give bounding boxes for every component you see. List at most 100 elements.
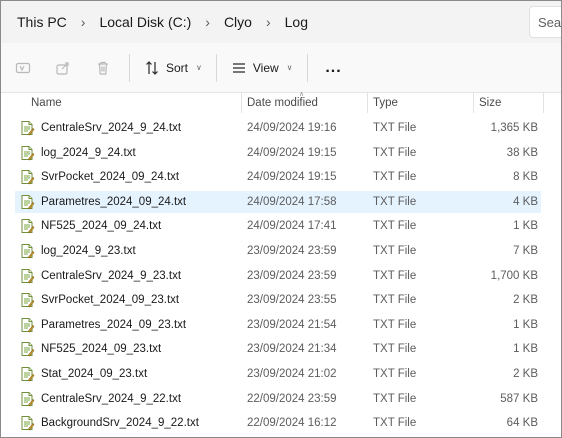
- file-name: SvrPocket_2024_09_23.txt: [41, 294, 180, 306]
- file-size: 4 KB: [513, 196, 538, 208]
- file-name-cell: CentraleSrv_2024_9_23.txt: [15, 265, 241, 287]
- file-date: 24/09/2024 19:15: [247, 171, 337, 183]
- breadcrumb-label: Local Disk (C:): [99, 14, 192, 30]
- breadcrumb-this-pc[interactable]: This PC: [13, 14, 71, 30]
- file-name: CentraleSrv_2024_9_23.txt: [41, 270, 182, 282]
- breadcrumb-log[interactable]: Log: [281, 14, 312, 30]
- file-name: Stat_2024_09_23.txt: [41, 368, 148, 380]
- file-name: NF525_2024_09_24.txt: [41, 220, 162, 232]
- file-date: 23/09/2024 21:02: [247, 368, 337, 380]
- file-size: 1 KB: [513, 319, 538, 331]
- column-header-row: Name ∧ Date modified Type Size: [1, 91, 561, 115]
- chevron-down-icon: ∨: [286, 63, 293, 72]
- column-header-size[interactable]: Size: [473, 93, 543, 115]
- file-date: 23/09/2024 23:55: [247, 294, 337, 306]
- command-bar: Sort ∨ View ∨ ...: [1, 43, 561, 93]
- file-date: 23/09/2024 21:34: [247, 343, 337, 355]
- file-name: log_2024_9_23.txt: [41, 245, 136, 257]
- file-date: 22/09/2024 23:59: [247, 393, 337, 405]
- file-size: 587 KB: [500, 393, 538, 405]
- file-type: TXT File: [373, 393, 417, 405]
- file-type: TXT File: [373, 122, 417, 134]
- column-divider[interactable]: [543, 93, 544, 113]
- file-date: 24/09/2024 17:41: [247, 220, 337, 232]
- column-header-date[interactable]: Date modified: [241, 93, 367, 115]
- breadcrumb-label: Log: [284, 14, 308, 30]
- search-placeholder: Search: [538, 14, 562, 30]
- file-row[interactable]: CentraleSrv_2024_9_24.txt 24/09/2024 19:…: [15, 117, 541, 139]
- chevron-right-icon[interactable]: ›: [256, 14, 281, 30]
- breadcrumb-local-disk[interactable]: Local Disk (C:): [95, 14, 195, 30]
- file-row[interactable]: Stat_2024_09_23.txt 23/09/2024 21:02 TXT…: [15, 363, 541, 385]
- view-button[interactable]: View ∨: [223, 51, 301, 85]
- file-type: TXT File: [373, 196, 417, 208]
- file-name-cell: CentraleSrv_2024_9_22.txt: [15, 388, 241, 410]
- file-explorer-window: This PC › Local Disk (C:) › Clyo › Log S…: [0, 0, 562, 438]
- file-name-cell: SvrPocket_2024_09_23.txt: [15, 289, 241, 311]
- file-size: 2 KB: [513, 294, 538, 306]
- file-type: TXT File: [373, 368, 417, 380]
- file-name: Parametres_2024_09_23.txt: [41, 319, 187, 331]
- file-row[interactable]: SvrPocket_2024_09_23.txt 23/09/2024 23:5…: [15, 289, 541, 311]
- chevron-down-icon: ∨: [196, 63, 202, 72]
- text-file-icon: [21, 244, 35, 259]
- file-row[interactable]: CentraleSrv_2024_9_22.txt 22/09/2024 23:…: [15, 388, 541, 410]
- file-name-cell: SvrPocket_2024_09_24.txt: [15, 166, 241, 188]
- column-header-name[interactable]: Name: [25, 93, 239, 115]
- search-input[interactable]: Search: [529, 6, 562, 38]
- view-label: View: [252, 60, 279, 75]
- text-file-icon: [21, 318, 35, 333]
- file-name-cell: NF525_2024_09_24.txt: [15, 215, 241, 237]
- column-header-type[interactable]: Type: [367, 93, 473, 115]
- file-name-cell: Parametres_2024_09_23.txt: [15, 314, 241, 336]
- file-row[interactable]: NF525_2024_09_24.txt 24/09/2024 17:41 TX…: [15, 215, 541, 237]
- file-size: 1 KB: [513, 343, 538, 355]
- file-row[interactable]: Parametres_2024_09_24.txt 24/09/2024 17:…: [15, 191, 541, 213]
- file-size: 2 KB: [513, 368, 538, 380]
- file-date: 23/09/2024 21:54: [247, 319, 337, 331]
- file-size: 38 KB: [506, 147, 538, 159]
- file-type: TXT File: [373, 220, 417, 232]
- sort-button[interactable]: Sort ∨: [136, 51, 210, 85]
- file-name-cell: CentraleSrv_2024_9_24.txt: [15, 117, 241, 139]
- rename-icon[interactable]: [3, 51, 43, 85]
- breadcrumb[interactable]: This PC › Local Disk (C:) › Clyo › Log: [5, 6, 519, 38]
- file-name: NF525_2024_09_23.txt: [41, 343, 162, 355]
- toolbar-divider: [129, 53, 130, 82]
- file-name-cell: Parametres_2024_09_24.txt: [15, 191, 241, 213]
- file-size: 1,365 KB: [490, 122, 538, 134]
- delete-icon[interactable]: [83, 51, 123, 85]
- breadcrumb-label: This PC: [17, 14, 67, 30]
- breadcrumb-clyo[interactable]: Clyo: [220, 14, 256, 30]
- view-icon: [232, 62, 245, 73]
- text-file-icon: [21, 146, 35, 161]
- file-row[interactable]: Parametres_2024_09_23.txt 23/09/2024 21:…: [15, 314, 541, 336]
- text-file-icon: [21, 121, 35, 136]
- chevron-right-icon[interactable]: ›: [195, 14, 220, 30]
- more-options-button[interactable]: ...: [314, 51, 354, 85]
- file-size: 64 KB: [506, 417, 538, 429]
- file-type: TXT File: [373, 270, 417, 282]
- text-file-icon: [21, 367, 35, 382]
- text-file-icon: [21, 293, 35, 308]
- file-row[interactable]: NF525_2024_09_23.txt 23/09/2024 21:34 TX…: [15, 338, 541, 360]
- file-type: TXT File: [373, 147, 417, 159]
- file-name: CentraleSrv_2024_9_22.txt: [41, 393, 182, 405]
- file-type: TXT File: [373, 245, 417, 257]
- file-name-cell: log_2024_9_24.txt: [15, 142, 241, 164]
- file-row[interactable]: BackgroundSrv_2024_9_22.txt 22/09/2024 1…: [15, 412, 541, 434]
- file-row[interactable]: log_2024_9_23.txt 23/09/2024 23:59 TXT F…: [15, 240, 541, 262]
- breadcrumb-label: Clyo: [223, 14, 252, 30]
- file-date: 23/09/2024 23:59: [247, 245, 337, 257]
- share-icon[interactable]: [43, 51, 83, 85]
- file-row[interactable]: log_2024_9_24.txt 24/09/2024 19:15 TXT F…: [15, 142, 541, 164]
- file-row[interactable]: CentraleSrv_2024_9_23.txt 23/09/2024 23:…: [15, 265, 541, 287]
- text-file-icon: [21, 392, 35, 407]
- chevron-right-icon[interactable]: ›: [71, 14, 96, 30]
- file-row[interactable]: SvrPocket_2024_09_24.txt 24/09/2024 19:1…: [15, 166, 541, 188]
- file-date: 24/09/2024 19:15: [247, 147, 337, 159]
- file-name: CentraleSrv_2024_9_24.txt: [41, 122, 182, 134]
- file-date: 22/09/2024 16:12: [247, 417, 337, 429]
- file-type: TXT File: [373, 171, 417, 183]
- file-name-cell: BackgroundSrv_2024_9_22.txt: [15, 412, 241, 434]
